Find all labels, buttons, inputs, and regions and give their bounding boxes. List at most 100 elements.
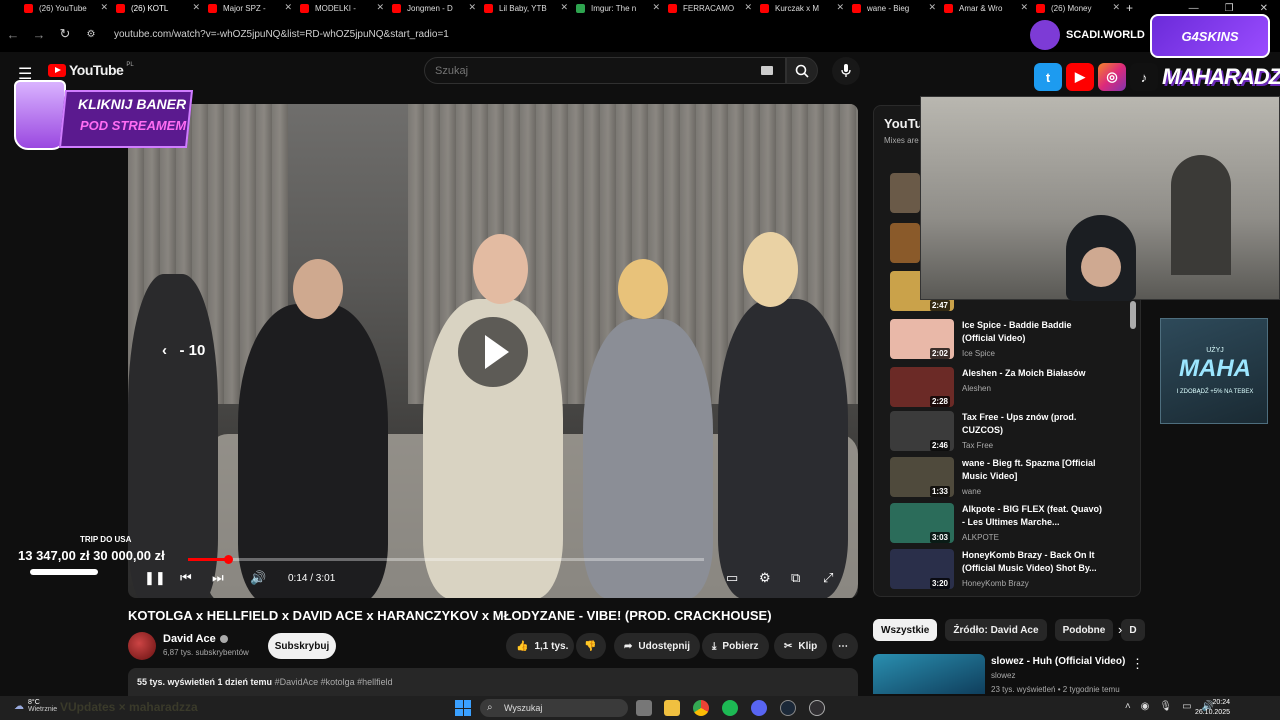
more-vert-icon[interactable]: ⋮: [1131, 656, 1144, 672]
steam-icon[interactable]: [780, 700, 796, 716]
mix-title[interactable]: Alkpote - BIG FLEX (feat. Quavo) - Les U…: [962, 503, 1102, 529]
tab-close-icon[interactable]: ✕: [468, 2, 476, 13]
download-button[interactable]: ⤓ Pobierz: [702, 633, 769, 659]
voice-search-button[interactable]: [832, 57, 860, 85]
tab-close-icon[interactable]: ✕: [376, 2, 384, 13]
obs-icon[interactable]: [809, 700, 825, 716]
discord-icon[interactable]: [751, 700, 767, 716]
settings-icon[interactable]: ⚙: [759, 570, 771, 586]
subscribe-button[interactable]: Subskrybuj: [268, 633, 336, 659]
filter-chip[interactable]: Podobne: [1054, 619, 1114, 641]
subtitles-icon[interactable]: ▭: [726, 570, 738, 586]
task-view-icon[interactable]: [636, 700, 652, 716]
youtube-logo[interactable]: YouTube PL: [48, 62, 134, 78]
browser-tab[interactable]: Jongmen - D ✕: [388, 1, 480, 15]
mix-thumbnail[interactable]: [890, 223, 920, 263]
recommended-thumbnail[interactable]: [873, 654, 985, 694]
browser-tab[interactable]: MODELKI - ✕: [296, 1, 388, 15]
browser-tab[interactable]: (26) YouTube ✕: [20, 1, 112, 15]
spotify-icon[interactable]: [722, 700, 738, 716]
filter-chip[interactable]: D: [1121, 619, 1145, 641]
mix-title[interactable]: Ice Spice - Baddie Baddie (Official Vide…: [962, 319, 1102, 345]
chevron-right-icon[interactable]: ›: [1118, 622, 1122, 637]
mix-title[interactable]: Tax Free - Ups znów (prod. CUZCOS): [962, 411, 1102, 437]
search-button[interactable]: [786, 57, 818, 84]
share-button[interactable]: ➦ Udostępnij: [614, 633, 701, 659]
mix-list-item[interactable]: 2:46 Tax Free - Ups znów (prod. CUZCOS) Ta…: [890, 411, 1130, 455]
search-input[interactable]: [425, 58, 745, 83]
site-info-icon[interactable]: ⚙: [78, 29, 104, 40]
volume-icon[interactable]: 🔊: [250, 570, 266, 586]
video-player[interactable]: ‹ - 10 ❚❚ ⏮ ⏭ 🔊 0:14 / 3:01 ▭ ⚙ ⧉ ⤢: [128, 104, 858, 598]
tab-close-icon[interactable]: ✕: [192, 2, 200, 13]
mix-channel[interactable]: ALKPOTE: [962, 533, 999, 542]
forward-icon[interactable]: →: [26, 27, 52, 42]
new-tab-icon[interactable]: +: [1126, 1, 1133, 15]
recommended-channel[interactable]: slowez: [991, 671, 1015, 680]
play-button[interactable]: [458, 317, 528, 387]
progress-scrubber[interactable]: [223, 555, 233, 564]
dislike-button[interactable]: 👎: [576, 633, 606, 659]
description-box[interactable]: 55 tys. wyświetleń 1 dzień temu #DavidAc…: [128, 668, 858, 696]
keyboard-icon[interactable]: [761, 66, 773, 75]
mix-channel[interactable]: Tax Free: [962, 441, 993, 450]
mix-list-item[interactable]: 1:33 wane - Bieg ft. Spazma [Official Mus…: [890, 457, 1130, 501]
mix-title[interactable]: HoneyKomb Brazy - Back On It (Official M…: [962, 549, 1102, 575]
back-icon[interactable]: ←: [0, 27, 26, 42]
chrome-icon[interactable]: [693, 700, 709, 716]
tab-close-icon[interactable]: ✕: [1020, 2, 1028, 13]
weather-widget[interactable]: ☁ 8°C Wietrznie: [14, 699, 57, 713]
channel-name[interactable]: David Ace: [163, 633, 228, 645]
progress-bar[interactable]: [188, 555, 704, 564]
browser-tab[interactable]: FERRACAMO ✕: [664, 1, 756, 15]
browser-tab[interactable]: (26) Money ✕: [1032, 1, 1124, 15]
mix-scrollbar[interactable]: [1130, 301, 1136, 329]
mix-list-item[interactable]: 3:03 Alkpote - BIG FLEX (feat. Quavo) - L…: [890, 503, 1130, 547]
tab-close-icon[interactable]: ✕: [744, 2, 752, 13]
browser-tab[interactable]: Kurczak x M ✕: [756, 1, 848, 15]
mix-list-item[interactable]: 2:28 Aleshen - Za Moich Białasów Aleshen: [890, 367, 1130, 411]
filter-chip[interactable]: Źródło: David Ace: [945, 619, 1047, 641]
file-explorer-icon[interactable]: [664, 700, 680, 716]
maximize-icon[interactable]: ❐: [1225, 3, 1234, 14]
mix-list-item[interactable]: 2:02 Ice Spice - Baddie Baddie (Official …: [890, 319, 1130, 363]
fullscreen-icon[interactable]: ⤢: [823, 570, 833, 586]
browser-tab[interactable]: Lil Baby, YTB ✕: [480, 1, 572, 15]
tab-close-icon[interactable]: ✕: [652, 2, 660, 13]
mix-thumbnail[interactable]: [890, 173, 920, 213]
url-field[interactable]: youtube.com/watch?v=-whOZ5jpuNQ&list=RD-…: [114, 29, 449, 40]
tab-close-icon[interactable]: ✕: [100, 2, 108, 13]
tray-network-icon[interactable]: ▭: [1182, 701, 1191, 712]
recommended-video[interactable]: slowez - Huh (Official Video) slowez 23 …: [873, 654, 1144, 694]
clip-button[interactable]: ✂ Klip: [774, 633, 828, 659]
mix-title[interactable]: Aleshen - Za Moich Białasów: [962, 367, 1102, 380]
tab-close-icon[interactable]: ✕: [1112, 2, 1120, 13]
browser-tab[interactable]: (26) KOTL ✕: [112, 1, 204, 15]
more-actions-button[interactable]: ⋯: [832, 633, 858, 659]
browser-tab[interactable]: Amar & Wro ✕: [940, 1, 1032, 15]
mix-list-item[interactable]: 3:20 HoneyKomb Brazy - Back On It (Offici…: [890, 549, 1130, 593]
tab-close-icon[interactable]: ✕: [560, 2, 568, 13]
close-window-icon[interactable]: ✕: [1260, 3, 1268, 14]
reload-icon[interactable]: ↻: [52, 26, 78, 42]
tab-close-icon[interactable]: ✕: [836, 2, 844, 13]
channel-avatar[interactable]: [128, 632, 156, 660]
taskbar-search[interactable]: ⌕ Wyszukaj: [480, 699, 628, 717]
like-button[interactable]: 👍 1,1 tys.: [506, 633, 574, 659]
miniplayer-icon[interactable]: ⧉: [791, 570, 800, 586]
mix-channel[interactable]: HoneyKomb Brazy: [962, 579, 1029, 588]
tab-close-icon[interactable]: ✕: [284, 2, 292, 13]
next-icon[interactable]: ⏭: [212, 570, 224, 586]
browser-tab[interactable]: Imgur: The n ✕: [572, 1, 664, 15]
taskbar-clock[interactable]: 20:24 26.10.2025: [1195, 698, 1230, 718]
seek-back-indicator[interactable]: ‹ - 10: [162, 342, 205, 359]
tab-close-icon[interactable]: ✕: [928, 2, 936, 13]
filter-chip[interactable]: Wszystkie: [873, 619, 938, 641]
tray-discord-icon[interactable]: ◉: [1141, 701, 1150, 712]
browser-tab[interactable]: wane - Bieg ✕: [848, 1, 940, 15]
mix-channel[interactable]: Aleshen: [962, 384, 991, 393]
recommended-title[interactable]: slowez - Huh (Official Video): [991, 656, 1125, 667]
windows-start-icon[interactable]: [455, 700, 471, 716]
minimize-icon[interactable]: —: [1189, 3, 1199, 14]
mix-channel[interactable]: Ice Spice: [962, 349, 995, 358]
